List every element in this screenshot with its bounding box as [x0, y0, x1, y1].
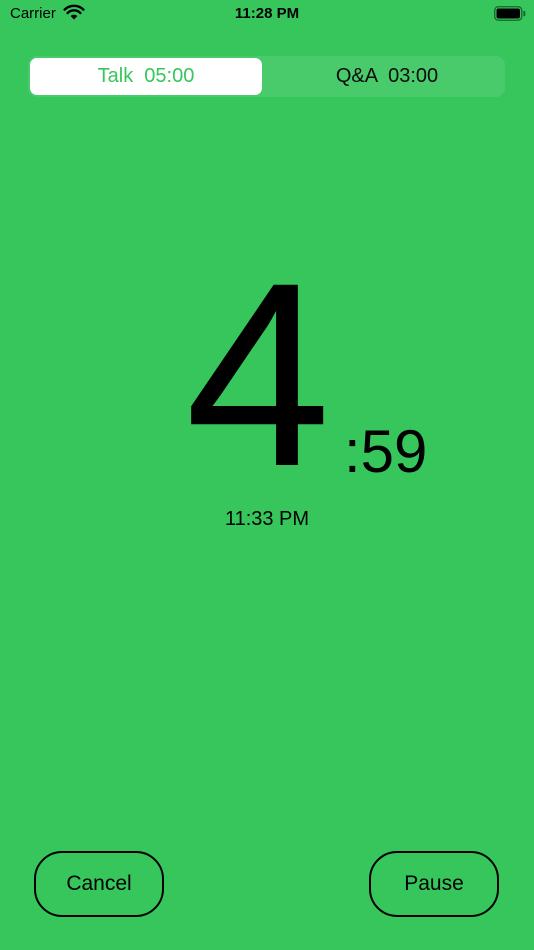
cancel-button[interactable]: Cancel [34, 851, 164, 917]
timer-screen: Carrier 11:28 PM Talk 05:00 Q&A 03:00 4 … [0, 0, 534, 950]
segment-talk[interactable]: Talk 05:00 [30, 58, 262, 95]
status-time: 11:28 PM [234, 5, 300, 22]
battery-icon [494, 6, 526, 21]
seconds-remaining: :59 [344, 418, 428, 485]
status-bar: Carrier 11:28 PM [0, 0, 534, 30]
phase-segmented-control: Talk 05:00 Q&A 03:00 [28, 56, 505, 97]
pause-button[interactable]: Pause [369, 851, 499, 917]
segment-qa[interactable]: Q&A 03:00 [271, 58, 503, 95]
minutes-remaining: 4 [185, 228, 331, 521]
end-time-label: 11:33 PM [224, 508, 310, 530]
